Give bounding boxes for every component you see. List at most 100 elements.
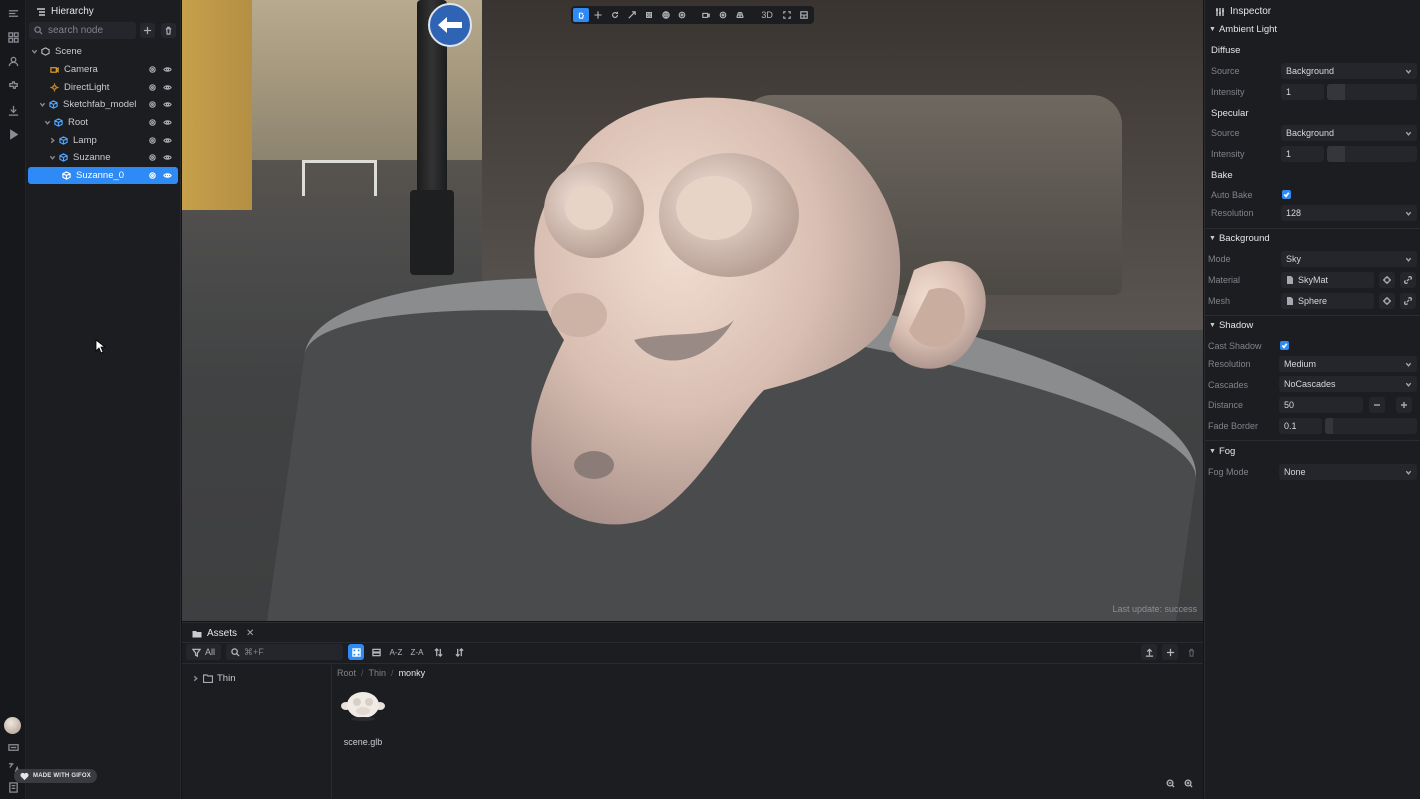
eye-icon[interactable] <box>163 65 172 74</box>
tree-node-suzanne-0[interactable]: Suzanne_0 <box>28 167 178 184</box>
scene-viewport[interactable]: Last update: success <box>182 0 1203 621</box>
zoom-out-button[interactable] <box>1162 775 1178 791</box>
keyboard-icon[interactable] <box>6 740 20 754</box>
tree-node-camera[interactable]: Camera <box>28 61 178 78</box>
shadow-resolution-select[interactable]: Medium <box>1279 356 1417 372</box>
delete-asset-button[interactable] <box>1183 644 1199 660</box>
bg-mesh-field[interactable]: Sphere <box>1281 293 1374 309</box>
assets-search[interactable]: ⌘+F <box>226 644 343 660</box>
chevron-down-icon[interactable] <box>43 119 52 126</box>
distance-increment-button[interactable] <box>1396 397 1412 413</box>
sort-type-desc-button[interactable] <box>451 644 467 660</box>
focus-icon[interactable] <box>148 171 157 180</box>
sort-type-asc-button[interactable] <box>430 644 446 660</box>
chevron-down-icon[interactable] <box>48 154 57 161</box>
eye-icon[interactable] <box>163 136 172 145</box>
tab-hierarchy[interactable]: Hierarchy <box>30 3 100 20</box>
fullscreen-button[interactable] <box>779 8 795 22</box>
specular-source-select[interactable]: Background <box>1281 125 1417 141</box>
focus-icon[interactable] <box>148 118 157 127</box>
move-tool-button[interactable] <box>590 8 606 22</box>
tree-node-directlight[interactable]: DirectLight <box>28 79 178 96</box>
bg-mode-select[interactable]: Sky <box>1281 251 1417 267</box>
fog-mode-select[interactable]: None <box>1279 464 1417 480</box>
breadcrumb-item-current[interactable]: monky <box>399 668 426 678</box>
breadcrumb-item[interactable]: Thin <box>369 668 387 678</box>
cascades-select[interactable]: NoCascades <box>1279 376 1417 392</box>
unlink-mesh-button[interactable] <box>1400 293 1416 309</box>
add-asset-button[interactable] <box>1162 644 1178 660</box>
avatar[interactable] <box>4 717 21 734</box>
filter-all-button[interactable]: All <box>186 644 221 660</box>
auto-bake-checkbox[interactable] <box>1282 190 1291 199</box>
section-fog[interactable]: ▼ Fog <box>1209 446 1235 457</box>
user-icon[interactable] <box>6 54 20 68</box>
eye-icon[interactable] <box>163 100 172 109</box>
section-shadow[interactable]: ▼ Shadow <box>1209 320 1253 331</box>
camera-view-button[interactable] <box>698 8 714 22</box>
breadcrumb-item[interactable]: Root <box>337 668 356 678</box>
fade-border-slider[interactable] <box>1325 418 1417 434</box>
fade-border-input[interactable]: 0.1 <box>1279 418 1322 434</box>
tree-node-root[interactable]: Root <box>28 114 178 131</box>
upload-button[interactable] <box>1141 644 1157 660</box>
hierarchy-search[interactable] <box>29 22 136 39</box>
cast-shadow-checkbox[interactable] <box>1280 341 1289 350</box>
tab-assets[interactable]: Assets ✕ <box>186 625 260 642</box>
transform-tool-button[interactable] <box>641 8 657 22</box>
scale-tool-button[interactable] <box>624 8 640 22</box>
tree-node-scene[interactable]: Scene <box>28 43 178 60</box>
section-background[interactable]: ▼ Background <box>1209 233 1270 244</box>
list-view-button[interactable] <box>368 644 384 660</box>
unlink-material-button[interactable] <box>1400 272 1416 288</box>
focus-icon[interactable] <box>148 153 157 162</box>
bake-resolution-select[interactable]: 128 <box>1281 205 1417 221</box>
specular-intensity-input[interactable]: 1 <box>1281 146 1324 162</box>
pivot-button[interactable] <box>675 8 691 22</box>
diffuse-intensity-input[interactable]: 1 <box>1281 84 1324 100</box>
plugin-icon[interactable] <box>6 78 20 92</box>
asset-item[interactable]: scene.glb <box>340 686 386 756</box>
sort-za-button[interactable]: Z-A <box>409 644 425 660</box>
focus-icon[interactable] <box>148 100 157 109</box>
play-icon[interactable] <box>6 127 20 141</box>
add-node-button[interactable] <box>140 23 155 38</box>
layout-split-button[interactable] <box>796 8 812 22</box>
eye-icon[interactable] <box>163 83 172 92</box>
distance-input[interactable]: 50 <box>1279 397 1363 413</box>
grid-button[interactable] <box>732 8 748 22</box>
download-icon[interactable] <box>6 103 20 117</box>
eye-icon[interactable] <box>163 118 172 127</box>
tree-node-suzanne[interactable]: Suzanne <box>28 149 178 166</box>
tree-node-lamp[interactable]: Lamp <box>28 132 178 149</box>
search-input[interactable] <box>48 25 132 36</box>
suzanne-model[interactable] <box>504 90 1004 530</box>
hand-tool-button[interactable] <box>573 8 589 22</box>
gizmo-settings-button[interactable] <box>715 8 731 22</box>
tree-node-sketchfab-model[interactable]: Sketchfab_model <box>28 96 178 113</box>
locate-mesh-button[interactable] <box>1379 293 1395 309</box>
diffuse-intensity-slider[interactable] <box>1327 84 1417 100</box>
global-space-button[interactable] <box>658 8 674 22</box>
tab-inspector[interactable]: Inspector <box>1209 3 1277 20</box>
layout-icon[interactable] <box>6 30 20 44</box>
rotate-tool-button[interactable] <box>607 8 623 22</box>
chevron-down-icon[interactable] <box>30 48 39 55</box>
chevron-right-icon[interactable] <box>48 137 57 144</box>
locate-material-button[interactable] <box>1379 272 1395 288</box>
distance-decrement-button[interactable] <box>1369 397 1385 413</box>
3d-mode-button[interactable]: 3D <box>756 10 778 20</box>
focus-icon[interactable] <box>148 136 157 145</box>
chevron-down-icon[interactable] <box>38 101 47 108</box>
focus-icon[interactable] <box>148 83 157 92</box>
specular-intensity-slider[interactable] <box>1327 146 1417 162</box>
close-icon[interactable]: ✕ <box>246 628 254 639</box>
focus-icon[interactable] <box>148 65 157 74</box>
sort-az-button[interactable]: A-Z <box>388 644 404 660</box>
delete-node-button[interactable] <box>161 23 176 38</box>
chevron-right-icon[interactable] <box>192 675 199 682</box>
eye-icon[interactable] <box>163 171 172 180</box>
bg-material-field[interactable]: SkyMat <box>1281 272 1374 288</box>
folder-thin[interactable]: Thin <box>192 673 235 684</box>
diffuse-source-select[interactable]: Background <box>1281 63 1417 79</box>
